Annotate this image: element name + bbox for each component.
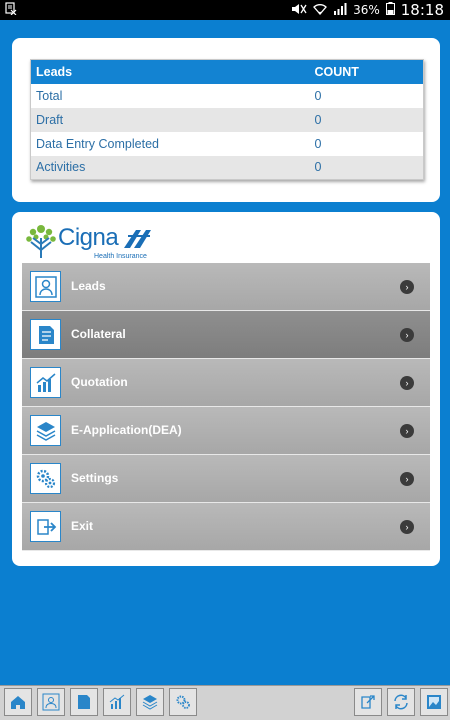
table-row[interactable]: Activities 0: [30, 155, 424, 180]
e-application-button[interactable]: [136, 688, 164, 716]
layers-icon: [142, 695, 158, 710]
export-button[interactable]: [354, 688, 382, 716]
sync-button[interactable]: [387, 688, 415, 716]
mute-icon: [291, 3, 307, 18]
menu-item-label: Quotation: [71, 375, 128, 389]
menu-item-label: Collateral: [71, 327, 126, 341]
row-count: 0: [314, 136, 322, 151]
brand-tagline: Health Insurance: [94, 253, 147, 260]
chevron-right-icon: ›: [400, 472, 414, 486]
leads-button[interactable]: [37, 688, 65, 716]
home-icon: [11, 696, 25, 709]
quotation-button[interactable]: [103, 688, 131, 716]
chevron-right-icon: ›: [400, 520, 414, 534]
menu-item-label: Exit: [71, 519, 94, 533]
gallery-icon: [427, 695, 441, 709]
count-header: COUNT: [309, 59, 424, 84]
chevron-right-icon: ›: [400, 376, 414, 390]
chart-icon: [30, 367, 61, 398]
menu-item-label: E-Application(DEA): [71, 423, 182, 437]
menu-item-quotation[interactable]: Quotation ›: [22, 359, 430, 407]
row-label: Draft: [30, 107, 310, 132]
row-count: 0: [314, 88, 322, 103]
menu-item-exit[interactable]: Exit ›: [22, 503, 430, 551]
main-menu-card: Cigna Health Insurance Leads › Collatera…: [12, 212, 440, 566]
cigna-logo: Cigna Health Insurance: [24, 222, 154, 262]
row-count: 0: [309, 107, 424, 132]
gears-icon: [176, 695, 190, 709]
person-icon: [42, 693, 60, 711]
wifi-icon: [313, 3, 328, 18]
clock: 18:18: [400, 1, 444, 19]
battery-icon: [385, 2, 395, 18]
gears-icon: [30, 463, 61, 494]
menu-item-collateral[interactable]: Collateral ›: [22, 311, 430, 359]
document-icon: [78, 695, 90, 709]
table-row[interactable]: Data Entry Completed 0: [31, 132, 424, 156]
table-row[interactable]: Total 0: [31, 84, 424, 108]
chart-icon: [109, 694, 125, 709]
battery-percent: 36%: [353, 3, 380, 17]
row-count: 0: [309, 155, 424, 180]
gallery-button[interactable]: [420, 688, 448, 716]
sync-icon: [394, 694, 408, 710]
row-label: Activities: [30, 155, 310, 180]
row-label: Total: [36, 88, 63, 103]
collateral-button[interactable]: [70, 688, 98, 716]
tree-logo-icon: [26, 225, 56, 258]
brand-mark-icon: [124, 230, 151, 248]
main-menu: Leads › Collateral › Quotation › E-Appli…: [22, 263, 430, 551]
bottom-toolbar: [0, 685, 450, 720]
signal-icon: [333, 2, 347, 18]
menu-item-label: Leads: [71, 279, 106, 293]
menu-item-leads[interactable]: Leads ›: [22, 263, 430, 311]
leads-table: Leads COUNT Total 0 Draft 0 Data Entry C…: [30, 59, 424, 180]
notification-icon: [5, 2, 17, 18]
leads-header: Leads: [30, 59, 310, 84]
brand-name: Cigna: [58, 224, 119, 251]
chevron-right-icon: ›: [400, 328, 414, 342]
menu-item-label: Settings: [71, 471, 119, 485]
export-icon: [361, 695, 375, 709]
chevron-right-icon: ›: [400, 424, 414, 438]
home-button[interactable]: [4, 688, 32, 716]
person-icon: [30, 271, 61, 302]
exit-icon: [30, 511, 61, 542]
chevron-right-icon: ›: [400, 280, 414, 294]
table-row[interactable]: Draft 0: [30, 107, 424, 132]
status-bar: 36% 18:18: [0, 0, 450, 20]
document-icon: [30, 319, 61, 350]
leads-summary-card: Leads COUNT Total 0 Draft 0 Data Entry C…: [12, 38, 440, 202]
menu-item-settings[interactable]: Settings ›: [22, 455, 430, 503]
layers-icon: [30, 415, 61, 446]
menu-item-e-application[interactable]: E-Application(DEA) ›: [22, 407, 430, 455]
settings-button[interactable]: [169, 688, 197, 716]
row-label: Data Entry Completed: [36, 136, 159, 151]
